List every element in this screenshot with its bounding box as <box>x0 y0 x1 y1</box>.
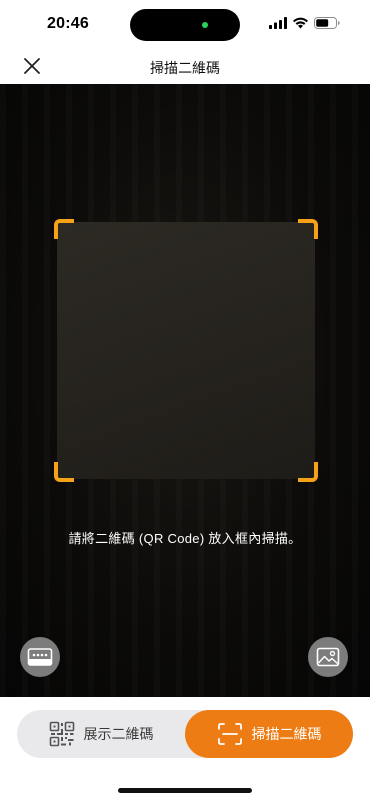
scan-frame-corner-top-right <box>298 219 318 239</box>
tab-show-qr-code[interactable]: 展示二維碼 <box>17 710 185 758</box>
scan-frame-icon <box>217 723 242 745</box>
scan-qr-screen: 20:46 掃描二維碼 請將二維碼 (QR Code) 放入框內掃描。 展示二維… <box>0 0 370 800</box>
scan-frame-corner-bottom-right <box>298 462 318 482</box>
scan-frame-corner-top-left <box>54 219 74 239</box>
signal-icon <box>269 17 287 29</box>
membership-card-icon <box>27 648 53 666</box>
status-time: 20:46 <box>47 15 89 32</box>
photo-gallery-button[interactable] <box>308 637 348 677</box>
nav-bar: 掃描二維碼 <box>0 50 370 84</box>
tab-show-label: 展示二維碼 <box>83 726 154 742</box>
page-title: 掃描二維碼 <box>150 60 220 76</box>
tab-scan-label: 掃描二維碼 <box>251 726 322 742</box>
membership-card-button[interactable] <box>20 637 60 677</box>
mode-toggle: 展示二維碼 掃描二維碼 <box>17 710 353 758</box>
camera-indicator-dot <box>202 22 208 28</box>
photo-gallery-icon <box>316 647 340 667</box>
scan-hint-text: 請將二維碼 (QR Code) 放入框內掃描。 <box>68 531 302 546</box>
bottom-panel: 展示二維碼 掃描二維碼 <box>0 697 370 800</box>
scan-frame-corner-bottom-left <box>54 462 74 482</box>
scan-frame <box>54 219 318 482</box>
wifi-icon <box>293 17 308 29</box>
status-icons <box>269 17 340 29</box>
qr-code-icon <box>49 721 74 747</box>
status-bar: 20:46 <box>0 0 370 50</box>
tab-scan-qr-code[interactable]: 掃描二維碼 <box>185 710 353 758</box>
battery-icon <box>314 17 340 29</box>
camera-viewfinder: 請將二維碼 (QR Code) 放入框內掃描。 <box>0 84 370 697</box>
home-indicator <box>118 788 252 793</box>
dynamic-island <box>130 9 240 41</box>
